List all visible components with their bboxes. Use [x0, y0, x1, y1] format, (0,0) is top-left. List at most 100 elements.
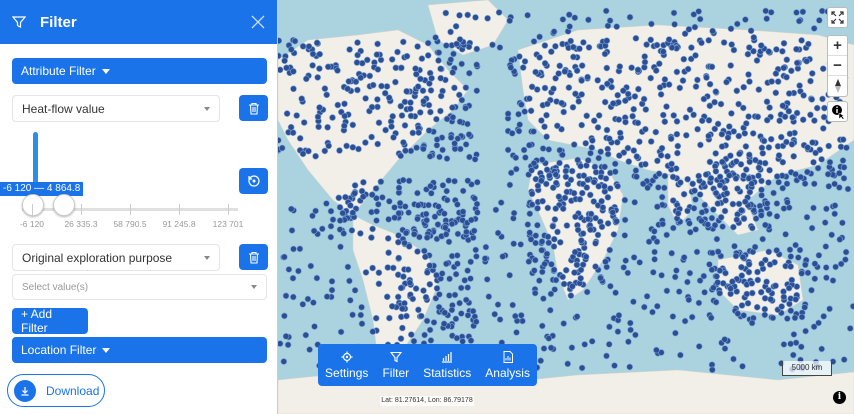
- heat-flow-point[interactable]: [811, 275, 819, 283]
- heat-flow-point[interactable]: [740, 215, 748, 222]
- heat-flow-point[interactable]: [344, 263, 352, 271]
- heat-flow-point[interactable]: [454, 260, 461, 268]
- heat-flow-point[interactable]: [674, 149, 681, 157]
- heat-flow-point[interactable]: [810, 25, 818, 32]
- heat-flow-point[interactable]: [532, 68, 539, 76]
- heat-flow-point[interactable]: [467, 258, 474, 266]
- heat-flow-point[interactable]: [831, 210, 839, 218]
- heat-flow-point[interactable]: [670, 9, 678, 17]
- heat-flow-point[interactable]: [788, 276, 796, 284]
- heat-flow-point[interactable]: [613, 23, 621, 30]
- heat-flow-point[interactable]: [468, 216, 475, 224]
- heat-flow-point[interactable]: [463, 228, 470, 236]
- heat-flow-point[interactable]: [692, 83, 700, 90]
- heat-flow-point[interactable]: [556, 159, 563, 167]
- heat-flow-point[interactable]: [563, 222, 571, 229]
- heat-flow-point[interactable]: [348, 227, 356, 234]
- heat-flow-point[interactable]: [722, 269, 729, 277]
- heat-flow-point[interactable]: [312, 152, 319, 160]
- heat-flow-point[interactable]: [290, 85, 297, 93]
- heat-flow-point[interactable]: [680, 55, 688, 63]
- heat-flow-point[interactable]: [327, 207, 335, 215]
- heat-flow-point[interactable]: [538, 238, 546, 245]
- heat-flow-point[interactable]: [746, 158, 754, 166]
- heat-flow-point[interactable]: [300, 119, 308, 126]
- heat-flow-point[interactable]: [606, 323, 613, 331]
- heat-flow-point[interactable]: [354, 51, 361, 59]
- heat-flow-point[interactable]: [725, 172, 733, 179]
- heat-flow-point[interactable]: [664, 153, 671, 160]
- heat-flow-point[interactable]: [787, 307, 795, 315]
- heat-flow-point[interactable]: [793, 45, 800, 53]
- heat-flow-point[interactable]: [737, 161, 745, 168]
- heat-flow-point[interactable]: [790, 153, 798, 160]
- heat-flow-point[interactable]: [632, 331, 639, 339]
- heat-flow-point[interactable]: [761, 305, 769, 313]
- heat-flow-point[interactable]: [354, 86, 361, 94]
- heat-flow-point[interactable]: [803, 57, 811, 65]
- heat-flow-point[interactable]: [466, 153, 473, 161]
- heat-flow-point[interactable]: [395, 238, 402, 246]
- heat-flow-point[interactable]: [752, 215, 760, 222]
- heat-flow-point[interactable]: [524, 11, 531, 19]
- heat-flow-point[interactable]: [708, 366, 716, 374]
- heat-flow-point[interactable]: [825, 183, 833, 190]
- heat-flow-point[interactable]: [787, 253, 795, 260]
- heat-flow-point[interactable]: [728, 41, 736, 48]
- heat-flow-point[interactable]: [424, 52, 432, 59]
- heat-flow-point[interactable]: [400, 38, 407, 46]
- heat-flow-point[interactable]: [412, 285, 420, 292]
- heat-flow-point[interactable]: [686, 220, 693, 227]
- heat-flow-point[interactable]: [761, 221, 769, 229]
- heat-flow-point[interactable]: [453, 40, 460, 48]
- heat-flow-point[interactable]: [621, 216, 629, 224]
- heat-flow-point[interactable]: [704, 221, 712, 228]
- heat-flow-point[interactable]: [815, 319, 822, 327]
- heat-flow-point[interactable]: [656, 84, 664, 91]
- heat-flow-point[interactable]: [787, 340, 794, 348]
- heat-flow-point[interactable]: [384, 264, 392, 271]
- heat-flow-point[interactable]: [746, 78, 753, 85]
- range-min-handle[interactable]: [22, 194, 44, 216]
- heat-flow-point[interactable]: [792, 296, 800, 303]
- heat-flow-point[interactable]: [464, 120, 471, 128]
- heat-flow-point[interactable]: [437, 74, 444, 82]
- heat-flow-point[interactable]: [442, 224, 449, 231]
- heat-flow-point[interactable]: [556, 62, 564, 70]
- heat-flow-point[interactable]: [535, 277, 543, 284]
- heat-flow-point[interactable]: [773, 46, 780, 53]
- heat-flow-point[interactable]: [614, 91, 622, 99]
- heat-flow-point[interactable]: [585, 16, 592, 24]
- heat-flow-point[interactable]: [729, 278, 736, 285]
- heat-flow-point[interactable]: [422, 210, 430, 218]
- heat-flow-point[interactable]: [745, 44, 753, 51]
- heat-flow-point[interactable]: [674, 142, 682, 150]
- heat-flow-point[interactable]: [323, 200, 330, 207]
- heat-flow-point[interactable]: [669, 313, 677, 320]
- heat-flow-point[interactable]: [659, 48, 667, 55]
- heat-flow-point[interactable]: [329, 114, 336, 121]
- attribution-info-button[interactable]: i: [833, 391, 846, 404]
- heat-flow-point[interactable]: [372, 185, 380, 192]
- heat-flow-point[interactable]: [663, 287, 671, 295]
- heat-flow-point[interactable]: [690, 205, 698, 212]
- heat-flow-point[interactable]: [727, 25, 735, 33]
- heat-flow-point[interactable]: [433, 271, 440, 279]
- heat-flow-point[interactable]: [584, 176, 592, 184]
- heat-flow-point[interactable]: [440, 320, 448, 328]
- heat-flow-point[interactable]: [499, 253, 506, 260]
- heat-flow-point[interactable]: [483, 276, 491, 283]
- heat-flow-point[interactable]: [337, 243, 344, 251]
- heat-flow-point[interactable]: [399, 324, 406, 332]
- heat-flow-point[interactable]: [810, 204, 817, 212]
- heat-flow-point[interactable]: [374, 66, 382, 73]
- heat-flow-point[interactable]: [445, 177, 452, 184]
- heat-flow-point[interactable]: [456, 299, 463, 307]
- heat-flow-point[interactable]: [640, 95, 648, 103]
- heat-flow-point[interactable]: [719, 279, 727, 287]
- heat-flow-point[interactable]: [571, 269, 578, 276]
- heat-flow-point[interactable]: [718, 130, 726, 138]
- heat-flow-point[interactable]: [496, 44, 504, 51]
- heat-flow-point[interactable]: [755, 172, 762, 179]
- heat-flow-point[interactable]: [799, 8, 807, 16]
